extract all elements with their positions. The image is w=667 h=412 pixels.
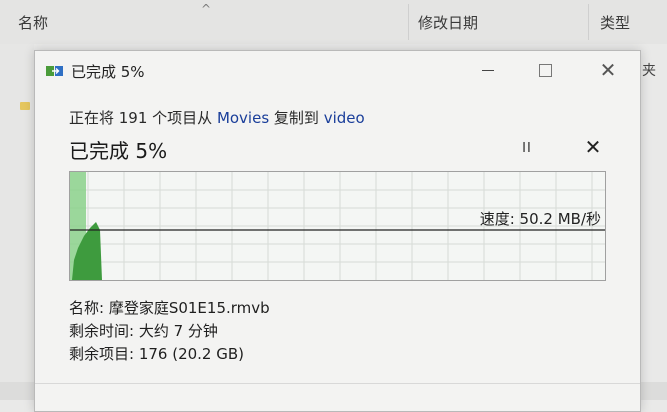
- cancel-button[interactable]: ✕: [581, 135, 605, 159]
- description-text: 正在将 191 个项目从: [69, 109, 217, 127]
- time-remaining-row: 剩余时间: 大约 7 分钟: [69, 320, 218, 341]
- items-remaining-value: 176 (20.2 GB): [138, 345, 245, 363]
- column-separator[interactable]: [588, 4, 589, 40]
- details-separator: [35, 383, 640, 384]
- folder-icon: [20, 102, 30, 110]
- speed-readout: 速度: 50.2 MB/秒: [479, 210, 601, 228]
- items-remaining-row: 剩余项目: 176 (20.2 GB): [69, 343, 244, 364]
- time-remaining-value: 大约 7 分钟: [138, 322, 218, 340]
- column-modified-date[interactable]: 修改日期: [418, 12, 478, 33]
- copy-progress-dialog: 已完成 5% ✕ 正在将 191 个项目从 Movies 复制到 video 已…: [34, 50, 641, 412]
- items-remaining-label: 剩余项目:: [69, 345, 139, 363]
- file-name-row: 名称: 摩登家庭S01E15.rmvb: [69, 297, 270, 318]
- close-icon: ✕: [584, 135, 602, 159]
- progress-percent-label: 已完成 5%: [69, 139, 168, 163]
- sort-caret-icon: ^: [201, 2, 212, 16]
- explorer-file-list: [0, 44, 34, 400]
- pause-icon: II: [522, 140, 532, 156]
- source-folder-link[interactable]: Movies: [217, 109, 269, 127]
- maximize-icon: [538, 63, 552, 77]
- minimize-button[interactable]: [465, 55, 511, 85]
- copy-description: 正在将 191 个项目从 Movies 复制到 video: [69, 107, 365, 128]
- explorer-column-header: ^ 名称 修改日期 类型: [0, 0, 667, 44]
- column-type[interactable]: 类型: [600, 12, 630, 33]
- close-button[interactable]: ✕: [585, 55, 631, 85]
- file-name-label: 名称:: [69, 299, 109, 317]
- file-name-value: 摩登家庭S01E15.rmvb: [108, 299, 270, 317]
- pause-button[interactable]: II: [515, 137, 539, 159]
- time-remaining-label: 剩余时间:: [69, 322, 139, 340]
- column-separator[interactable]: [408, 4, 409, 40]
- explorer-type-cell: 夹: [642, 63, 656, 79]
- close-icon: ✕: [599, 58, 617, 82]
- dialog-titlebar[interactable]: 已完成 5% ✕: [35, 51, 640, 89]
- description-text: 复制到: [269, 109, 324, 127]
- minimize-icon: [482, 69, 494, 71]
- maximize-button[interactable]: [522, 55, 568, 85]
- transfer-speed-graph: 速度: 50.2 MB/秒: [69, 171, 606, 281]
- dialog-title: 已完成 5%: [71, 63, 145, 81]
- column-name[interactable]: 名称: [18, 12, 48, 33]
- destination-folder-link[interactable]: video: [324, 109, 365, 127]
- copy-file-icon: [46, 66, 63, 76]
